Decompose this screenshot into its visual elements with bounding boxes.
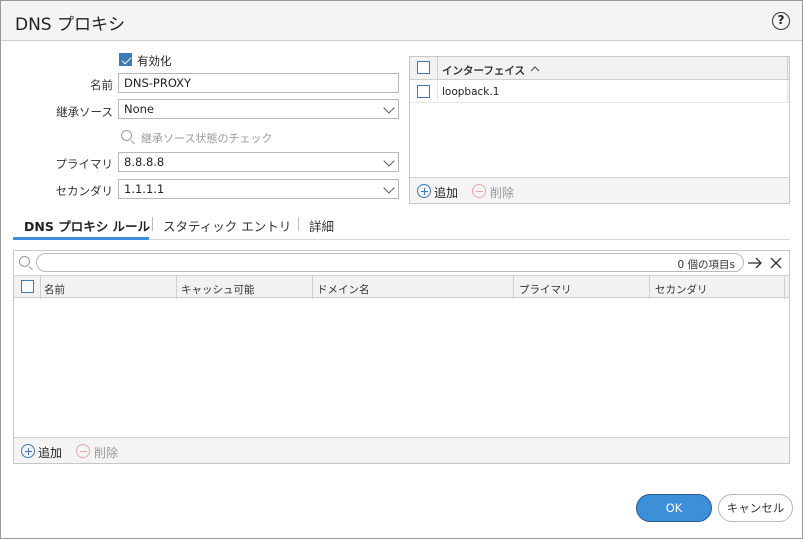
secondary-label: セカンダリ xyxy=(55,184,114,198)
interfaces-delete-button: 削除 xyxy=(490,186,515,200)
dialog-title: DNS プロキシ xyxy=(15,15,126,35)
rules-search-input[interactable]: 0 個の項目s xyxy=(36,253,744,272)
rules-add-button[interactable]: 追加 xyxy=(38,444,62,461)
interfaces-add-button[interactable]: 追加 xyxy=(434,184,458,201)
tab-static-entries[interactable]: スタティック エントリ xyxy=(163,216,291,235)
inherit-source-label: 継承ソース xyxy=(56,105,113,119)
active-tab-indicator xyxy=(13,237,149,240)
row-checkbox[interactable] xyxy=(417,85,430,98)
sort-ascending-icon[interactable] xyxy=(530,65,540,72)
rules-count: 0 個の項目s xyxy=(677,259,736,271)
inherit-source-value: None xyxy=(124,102,155,116)
column-secondary[interactable]: セカンダリ xyxy=(655,282,708,297)
chevron-down-icon xyxy=(383,102,395,114)
search-icon xyxy=(121,130,132,141)
cancel-button[interactable]: キャンセル xyxy=(718,494,793,522)
add-icon[interactable] xyxy=(417,184,431,198)
inherit-source-select[interactable]: None xyxy=(118,99,399,119)
rules-delete-button: 削除 xyxy=(94,446,119,460)
name-value: DNS-PROXY xyxy=(124,76,192,90)
name-input[interactable]: DNS-PROXY xyxy=(118,73,399,93)
delete-icon xyxy=(472,184,486,198)
primary-label: プライマリ xyxy=(55,157,114,171)
primary-select[interactable]: 8.8.8.8 xyxy=(118,152,399,172)
interface-cell: loopback.1 xyxy=(442,86,500,98)
arrow-right-icon[interactable] xyxy=(747,256,763,270)
column-cacheable[interactable]: キャッシュ可能 xyxy=(181,282,255,297)
enabled-label: 有効化 xyxy=(137,54,172,68)
interfaces-footer: 追加 削除 xyxy=(410,177,789,203)
tab-dns-proxy-rules[interactable]: DNS プロキシ ルール xyxy=(24,216,150,235)
chevron-down-icon xyxy=(383,155,395,167)
inherit-check-link[interactable]: 継承ソース状態のチェック xyxy=(141,130,272,146)
secondary-value: 1.1.1.1 xyxy=(124,182,165,196)
clear-filter-icon[interactable] xyxy=(770,257,782,269)
enabled-checkbox[interactable] xyxy=(119,53,132,66)
dialog-titlebar: DNS プロキシ ? xyxy=(1,1,802,41)
rules-panel: 0 個の項目s 名前 キャッシュ可能 ドメイン名 プライマリ セカンダリ 追加 … xyxy=(13,250,790,464)
search-icon xyxy=(19,256,30,267)
interfaces-select-all-checkbox[interactable] xyxy=(417,61,430,74)
delete-icon xyxy=(76,444,90,458)
rules-header: 名前 キャッシュ可能 ドメイン名 プライマリ セカンダリ xyxy=(14,275,789,299)
help-icon[interactable]: ? xyxy=(772,12,790,30)
chevron-down-icon xyxy=(383,182,395,194)
interfaces-panel: インターフェイス loopback.1 追加 削除 xyxy=(409,56,790,204)
interfaces-header: インターフェイス xyxy=(410,57,789,80)
ok-button[interactable]: OK xyxy=(636,494,712,522)
rules-footer: 追加 削除 xyxy=(14,437,789,463)
column-primary[interactable]: プライマリ xyxy=(519,282,572,297)
dns-proxy-dialog: DNS プロキシ ? 有効化 名前 DNS-PROXY 継承ソース None 継… xyxy=(0,0,803,539)
table-row[interactable]: loopback.1 xyxy=(410,81,789,103)
secondary-select[interactable]: 1.1.1.1 xyxy=(118,179,399,199)
column-name[interactable]: 名前 xyxy=(44,282,65,297)
column-domain-name[interactable]: ドメイン名 xyxy=(317,282,370,297)
primary-value: 8.8.8.8 xyxy=(124,155,165,169)
add-icon[interactable] xyxy=(21,444,35,458)
interfaces-column-header[interactable]: インターフェイス xyxy=(442,63,525,78)
tab-advanced[interactable]: 詳細 xyxy=(309,216,334,235)
name-label: 名前 xyxy=(90,78,113,92)
rules-select-all-checkbox[interactable] xyxy=(21,280,34,293)
